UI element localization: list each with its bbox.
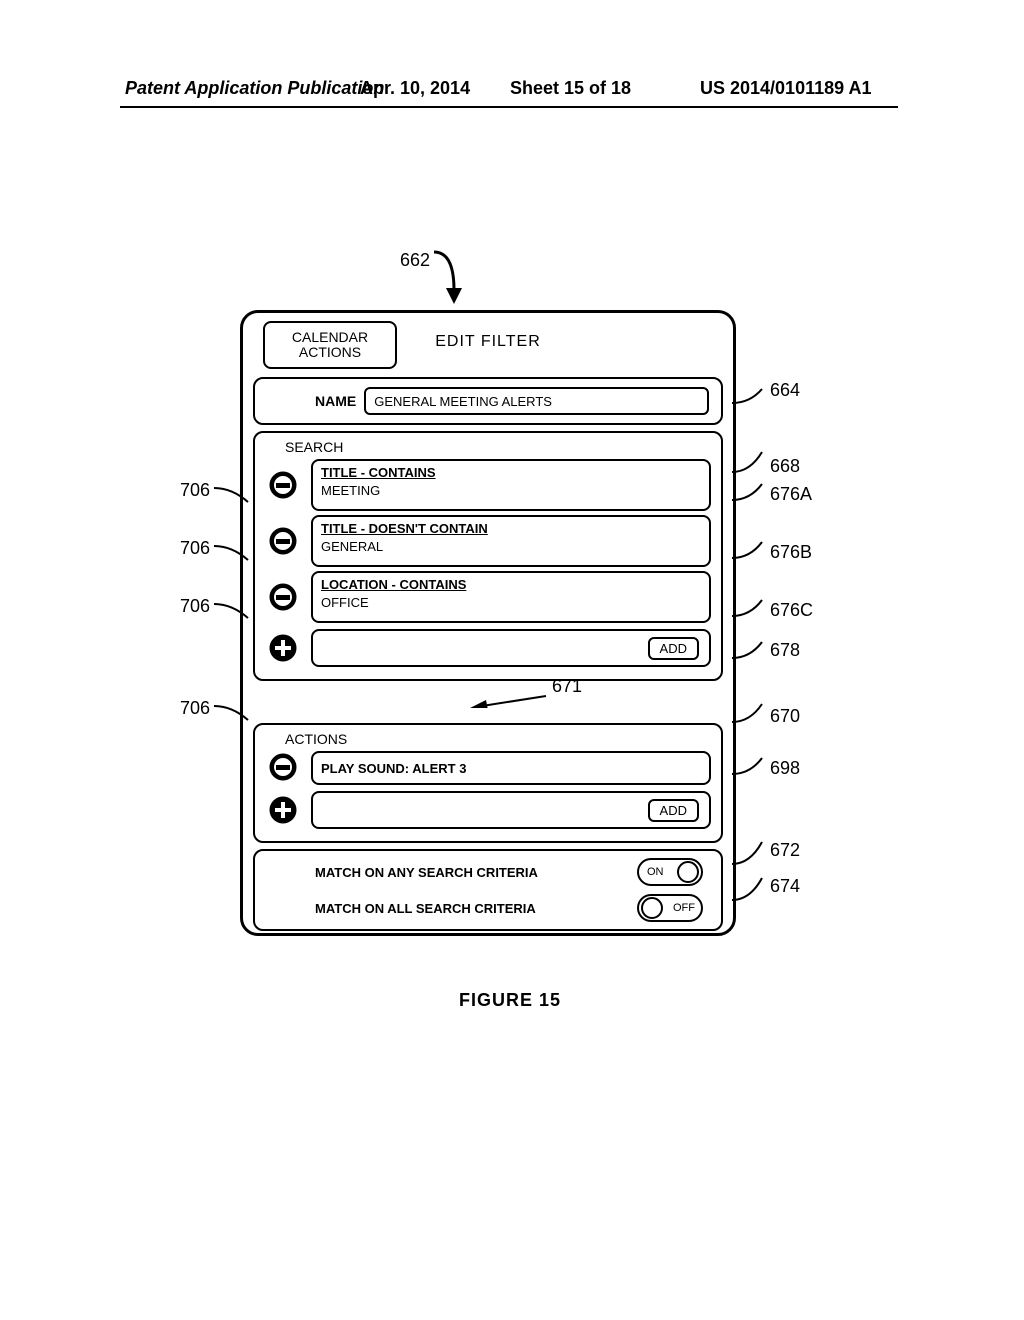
ref-698: 698: [770, 758, 800, 779]
lead-706d: [214, 702, 254, 724]
lead-670: [732, 700, 772, 726]
device-frame: CALENDARACTIONS EDIT FILTER NAME GENERAL…: [240, 310, 736, 936]
ref-662: 662: [400, 250, 430, 271]
lead-706a: [214, 484, 254, 506]
criteria-value: OFFICE: [321, 595, 701, 610]
criteria-value: GENERAL: [321, 539, 701, 554]
ref-706: 706: [180, 596, 210, 617]
search-criteria-row[interactable]: LOCATION - CONTAINS OFFICE: [311, 571, 711, 623]
topbar: CALENDARACTIONS EDIT FILTER: [253, 321, 723, 369]
actions-heading: ACTIONS: [285, 731, 721, 747]
add-button[interactable]: ADD: [648, 637, 699, 660]
lead-664: [732, 385, 772, 411]
criteria-value: MEETING: [321, 483, 701, 498]
lead-668: [732, 446, 772, 476]
ref-678: 678: [770, 640, 800, 661]
screen-title: EDIT FILTER: [253, 333, 723, 351]
name-value: GENERAL MEETING ALERTS: [374, 394, 552, 409]
ref-676B: 676B: [770, 542, 812, 563]
header-docnum: US 2014/0101189 A1: [700, 78, 871, 99]
toggle-block: MATCH ON ANY SEARCH CRITERIA ON MATCH ON…: [253, 849, 723, 931]
lead-678: [732, 638, 772, 662]
header-sheet: Sheet 15 of 18: [510, 78, 631, 99]
lead-698: [732, 754, 772, 778]
plus-icon[interactable]: [269, 634, 297, 662]
ref-672: 672: [770, 840, 800, 861]
minus-icon[interactable]: [269, 753, 297, 781]
name-row: NAME GENERAL MEETING ALERTS: [253, 377, 723, 425]
header-rule: [120, 106, 898, 108]
ref-676A: 676A: [770, 484, 812, 505]
search-criteria-row[interactable]: TITLE - DOESN'T CONTAIN GENERAL: [311, 515, 711, 567]
ref-676C: 676C: [770, 600, 813, 621]
match-all-row: MATCH ON ALL SEARCH CRITERIA OFF: [265, 893, 711, 923]
figure-area: 662 CALENDARACTIONS EDIT FILTER NAME GEN…: [120, 240, 900, 1040]
criteria-head: TITLE - CONTAINS: [321, 465, 701, 480]
ref-664: 664: [770, 380, 800, 401]
header-publication: Patent Application Publication: [125, 78, 384, 99]
figure-caption: FIGURE 15: [120, 990, 900, 1011]
search-criteria-row[interactable]: TITLE - CONTAINS MEETING: [311, 459, 711, 511]
match-any-label: MATCH ON ANY SEARCH CRITERIA: [315, 865, 538, 880]
match-all-toggle[interactable]: OFF: [637, 894, 703, 922]
ref-706: 706: [180, 538, 210, 559]
lead-671: [470, 688, 550, 708]
actions-block: ACTIONS PLAY SOUND: ALERT 3 ADD: [253, 723, 723, 843]
ref-674: 674: [770, 876, 800, 897]
lead-676a: [732, 480, 772, 504]
name-label: NAME: [315, 393, 356, 409]
match-any-toggle[interactable]: ON: [637, 858, 703, 886]
toggle-off-label: OFF: [673, 902, 695, 914]
toggle-on-label: ON: [647, 866, 664, 878]
lead-674: [732, 874, 772, 904]
minus-icon[interactable]: [269, 583, 297, 611]
ref-706: 706: [180, 480, 210, 501]
match-all-label: MATCH ON ALL SEARCH CRITERIA: [315, 901, 536, 916]
plus-icon[interactable]: [269, 796, 297, 824]
match-any-row: MATCH ON ANY SEARCH CRITERIA ON: [265, 857, 711, 887]
header-date: Apr. 10, 2014: [360, 78, 470, 99]
ref-671: 671: [552, 676, 582, 697]
arrow-662: [428, 246, 478, 310]
search-block: SEARCH TITLE - CONTAINS MEETING TITLE - …: [253, 431, 723, 681]
search-heading: SEARCH: [285, 439, 721, 455]
minus-icon[interactable]: [269, 471, 297, 499]
action-row[interactable]: PLAY SOUND: ALERT 3: [311, 751, 711, 785]
lead-706c: [214, 600, 254, 622]
lead-706b: [214, 542, 254, 564]
toggle-knob: [641, 897, 663, 919]
ref-706: 706: [180, 698, 210, 719]
minus-icon[interactable]: [269, 527, 297, 555]
search-add-row: ADD: [311, 629, 711, 667]
actions-add-row: ADD: [311, 791, 711, 829]
lead-676b: [732, 538, 772, 562]
ref-668: 668: [770, 456, 800, 477]
name-field[interactable]: GENERAL MEETING ALERTS: [364, 387, 709, 415]
ref-670: 670: [770, 706, 800, 727]
lead-676c: [732, 596, 772, 620]
toggle-knob: [677, 861, 699, 883]
criteria-head: TITLE - DOESN'T CONTAIN: [321, 521, 701, 536]
add-button[interactable]: ADD: [648, 799, 699, 822]
action-text: PLAY SOUND: ALERT 3: [321, 761, 466, 776]
criteria-head: LOCATION - CONTAINS: [321, 577, 701, 592]
lead-672: [732, 838, 772, 868]
